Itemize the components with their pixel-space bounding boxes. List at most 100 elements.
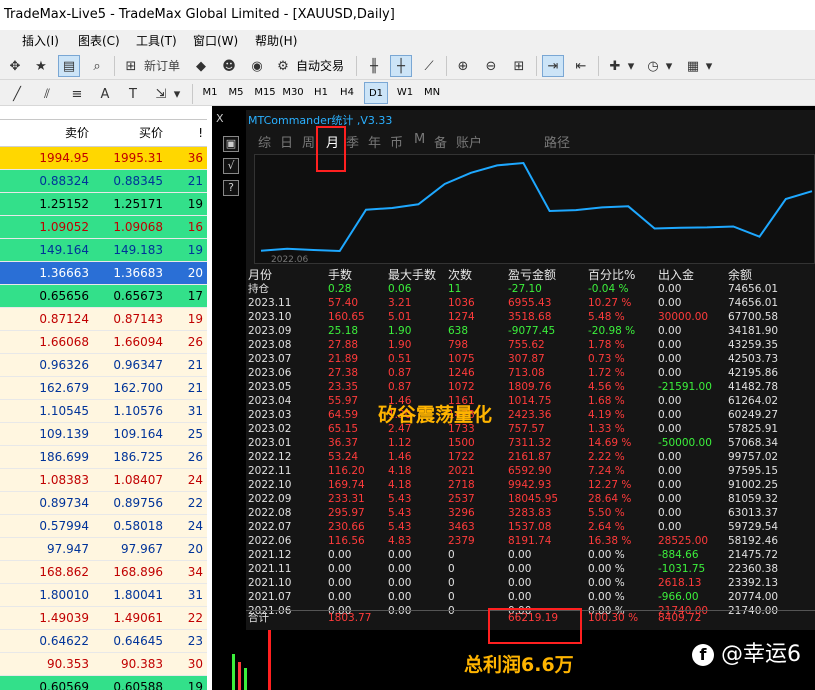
- navigator-icon[interactable]: ⌕: [86, 55, 108, 77]
- cell-month: 2023.05: [248, 381, 292, 393]
- menu-charts[interactable]: 图表(C): [78, 30, 120, 52]
- tf-m5[interactable]: M5: [223, 82, 249, 104]
- new-order-button[interactable]: 新订单: [144, 52, 180, 80]
- tf-w1[interactable]: W1: [392, 82, 418, 104]
- market-watch-icon[interactable]: ▤: [58, 55, 80, 77]
- favorites-icon[interactable]: ★: [30, 55, 52, 77]
- tf-m15[interactable]: M15: [251, 82, 279, 104]
- summary-flow: 8409.72: [658, 612, 702, 624]
- tile-windows-icon[interactable]: ⊞: [508, 55, 530, 77]
- tab-account[interactable]: 账户: [456, 132, 482, 151]
- chevron-down-icon[interactable]: ▾: [704, 55, 714, 77]
- market-watch-row[interactable]: 109.139 109.164 25: [0, 423, 207, 446]
- signal-icon[interactable]: ◉: [246, 55, 268, 77]
- line-chart-icon[interactable]: ⟋: [418, 55, 440, 77]
- candlestick-icon[interactable]: ┼: [390, 55, 412, 77]
- zoom-in-icon[interactable]: ⊕: [452, 55, 474, 77]
- periods-icon[interactable]: ◷: [642, 55, 664, 77]
- market-watch-row[interactable]: 0.57994 0.58018 24: [0, 515, 207, 538]
- menu-help[interactable]: 帮助(H): [255, 30, 297, 52]
- column-bid[interactable]: 卖价: [65, 120, 89, 147]
- text-label-icon[interactable]: T: [122, 83, 144, 105]
- tab-notes[interactable]: 备: [434, 132, 447, 151]
- market-watch-row[interactable]: 0.60569 0.60588 19: [0, 676, 207, 690]
- tf-m30[interactable]: M30: [279, 82, 307, 104]
- market-watch-row[interactable]: 1.36663 1.36683 20: [0, 262, 207, 285]
- close-icon[interactable]: X: [216, 112, 224, 125]
- market-watch-row[interactable]: 149.164 149.183 19: [0, 239, 207, 262]
- new-order-icon[interactable]: ⊞: [120, 55, 142, 77]
- cell-max-lots: 5.43: [388, 507, 412, 519]
- market-watch-row[interactable]: 1.66068 1.66094 26: [0, 331, 207, 354]
- menu-window[interactable]: 窗口(W): [193, 30, 238, 52]
- market-watch-row[interactable]: 0.87124 0.87143 19: [0, 308, 207, 331]
- tab-path[interactable]: 路径: [544, 132, 570, 151]
- tf-h1[interactable]: H1: [308, 82, 334, 104]
- row-ask: 1.09068: [113, 220, 163, 234]
- person-icon[interactable]: ☻: [218, 55, 240, 77]
- market-watch-row[interactable]: 162.679 162.700 21: [0, 377, 207, 400]
- row-ask: 0.88345: [113, 174, 163, 188]
- menu-insert[interactable]: 插入(I): [22, 30, 59, 52]
- market-watch-row[interactable]: 0.88324 0.88345 21: [0, 170, 207, 193]
- column-ask[interactable]: 买价: [139, 120, 163, 147]
- tab-week[interactable]: 周: [302, 132, 315, 151]
- chart-shift-icon[interactable]: ⇤: [570, 55, 592, 77]
- tab-quarter[interactable]: 季: [346, 132, 359, 151]
- market-watch-row[interactable]: 97.947 97.967 20: [0, 538, 207, 561]
- market-watch-row[interactable]: 1.08383 1.08407 24: [0, 469, 207, 492]
- menu-tools[interactable]: 工具(T): [136, 30, 177, 52]
- market-watch-row[interactable]: 1.80010 1.80041 31: [0, 584, 207, 607]
- market-watch-row[interactable]: 1.25152 1.25171 19: [0, 193, 207, 216]
- tf-m1[interactable]: M1: [197, 82, 223, 104]
- tab-summary[interactable]: 综: [258, 132, 271, 151]
- market-watch-row[interactable]: 168.862 168.896 34: [0, 561, 207, 584]
- market-watch-row[interactable]: 1994.95 1995.31 36: [0, 147, 207, 170]
- bar-chart-icon[interactable]: ╫: [363, 55, 385, 77]
- market-watch-row[interactable]: 186.699 186.725 26: [0, 446, 207, 469]
- trendline-icon[interactable]: ╱: [6, 83, 28, 105]
- tab-m[interactable]: M: [414, 132, 425, 147]
- chevron-down-icon[interactable]: ▾: [664, 55, 674, 77]
- tab-year[interactable]: 年: [368, 132, 381, 151]
- auto-trade-icon[interactable]: ⚙: [272, 55, 294, 77]
- panel-toggle-icon[interactable]: ▣: [223, 136, 239, 152]
- tf-mn[interactable]: MN: [418, 82, 446, 104]
- crosshair-move-icon[interactable]: ✥: [4, 55, 26, 77]
- row-ask: 0.60588: [113, 680, 163, 690]
- templates-icon[interactable]: ▦: [682, 55, 704, 77]
- column-spread[interactable]: !: [198, 120, 203, 147]
- chevron-down-icon[interactable]: ▾: [172, 83, 182, 105]
- text-icon[interactable]: A: [94, 83, 116, 105]
- market-watch-row[interactable]: 0.89734 0.89756 22: [0, 492, 207, 515]
- arrows-icon[interactable]: ⇲: [150, 83, 172, 105]
- row-ask: 1.10576: [113, 404, 163, 418]
- market-watch-row[interactable]: 0.96326 0.96347 21: [0, 354, 207, 377]
- chart-window[interactable]: ▣ √ ? X MTCommander统计 ,V3.33 综 日 周 月 季 年…: [212, 106, 815, 690]
- help-icon[interactable]: ?: [223, 180, 239, 196]
- market-watch-row[interactable]: 1.09052 1.09068 16: [0, 216, 207, 239]
- channel-icon[interactable]: ⫽: [36, 83, 58, 105]
- auto-trade-button[interactable]: 自动交易: [296, 52, 344, 80]
- tf-h4[interactable]: H4: [334, 82, 360, 104]
- indicators-icon[interactable]: ✚: [604, 55, 626, 77]
- market-watch-panel: 卖价 买价 ! 1994.95 1995.31 36 0.88324 0.88345 21…: [0, 106, 207, 690]
- market-watch-row[interactable]: 0.65656 0.65673 17: [0, 285, 207, 308]
- cell-lots: 65.15: [328, 423, 359, 435]
- cell-pnl: 2161.87: [508, 451, 552, 463]
- market-watch-row[interactable]: 1.49039 1.49061 22: [0, 607, 207, 630]
- fibonacci-icon[interactable]: ≡: [66, 83, 88, 105]
- tag-icon[interactable]: ◆: [190, 55, 212, 77]
- market-watch-row[interactable]: 90.353 90.383 30: [0, 653, 207, 676]
- auto-scroll-icon[interactable]: ⇥: [542, 55, 564, 77]
- tab-day[interactable]: 日: [280, 132, 293, 151]
- market-watch-row[interactable]: 0.64622 0.64645 23: [0, 630, 207, 653]
- cell-pct: 1.68 %: [588, 395, 625, 407]
- zoom-out-icon[interactable]: ⊖: [480, 55, 502, 77]
- chevron-down-icon[interactable]: ▾: [626, 55, 636, 77]
- tab-currency[interactable]: 币: [390, 132, 403, 151]
- row-ask: 97.967: [121, 542, 163, 556]
- market-watch-row[interactable]: 1.10545 1.10576 31: [0, 400, 207, 423]
- check-icon[interactable]: √: [223, 158, 239, 174]
- tf-d1[interactable]: D1: [364, 82, 388, 104]
